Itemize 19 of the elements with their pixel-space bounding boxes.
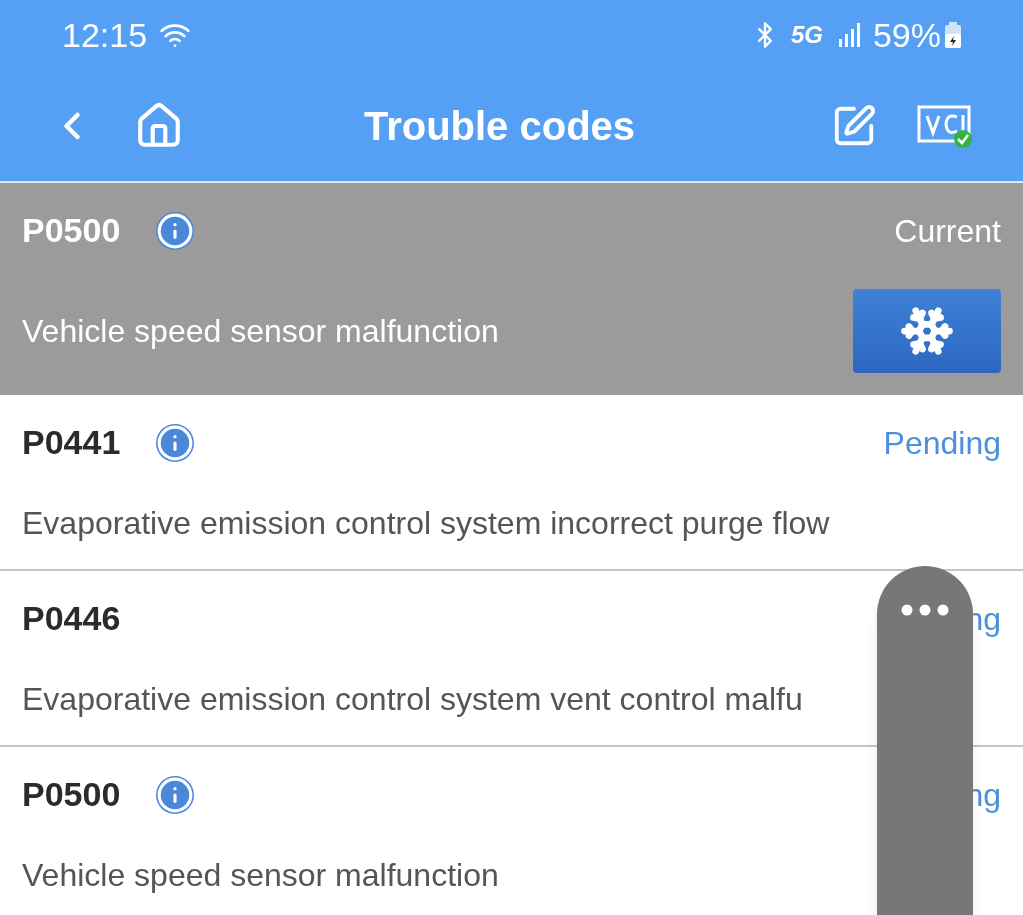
clock: 12:15: [62, 14, 148, 56]
trouble-code: P0500: [22, 774, 121, 815]
page-title: Trouble codes: [362, 102, 637, 150]
floating-handle[interactable]: [877, 566, 973, 915]
network-type: 5G: [790, 20, 823, 50]
trouble-code: P0446: [22, 598, 121, 639]
snowflake-icon: [900, 304, 954, 358]
code-status: Current: [894, 211, 1001, 251]
battery-level: 59%: [872, 14, 941, 56]
code-description: Vehicle speed sensor malfunction: [22, 312, 500, 351]
code-description: Evaporative emission control system incorrect purge flow: [22, 504, 831, 543]
more-icon: [901, 604, 949, 616]
trouble-code: P0441: [22, 422, 121, 463]
freeze-frame-button[interactable]: [853, 289, 1001, 373]
trouble-code: P0500: [22, 210, 121, 251]
battery-icon: [945, 22, 961, 48]
code-description: Evaporative emission control system vent control malfu: [22, 680, 804, 719]
code-status: Pending: [883, 423, 1001, 463]
code-description: Vehicle speed sensor malfunction: [22, 856, 500, 895]
